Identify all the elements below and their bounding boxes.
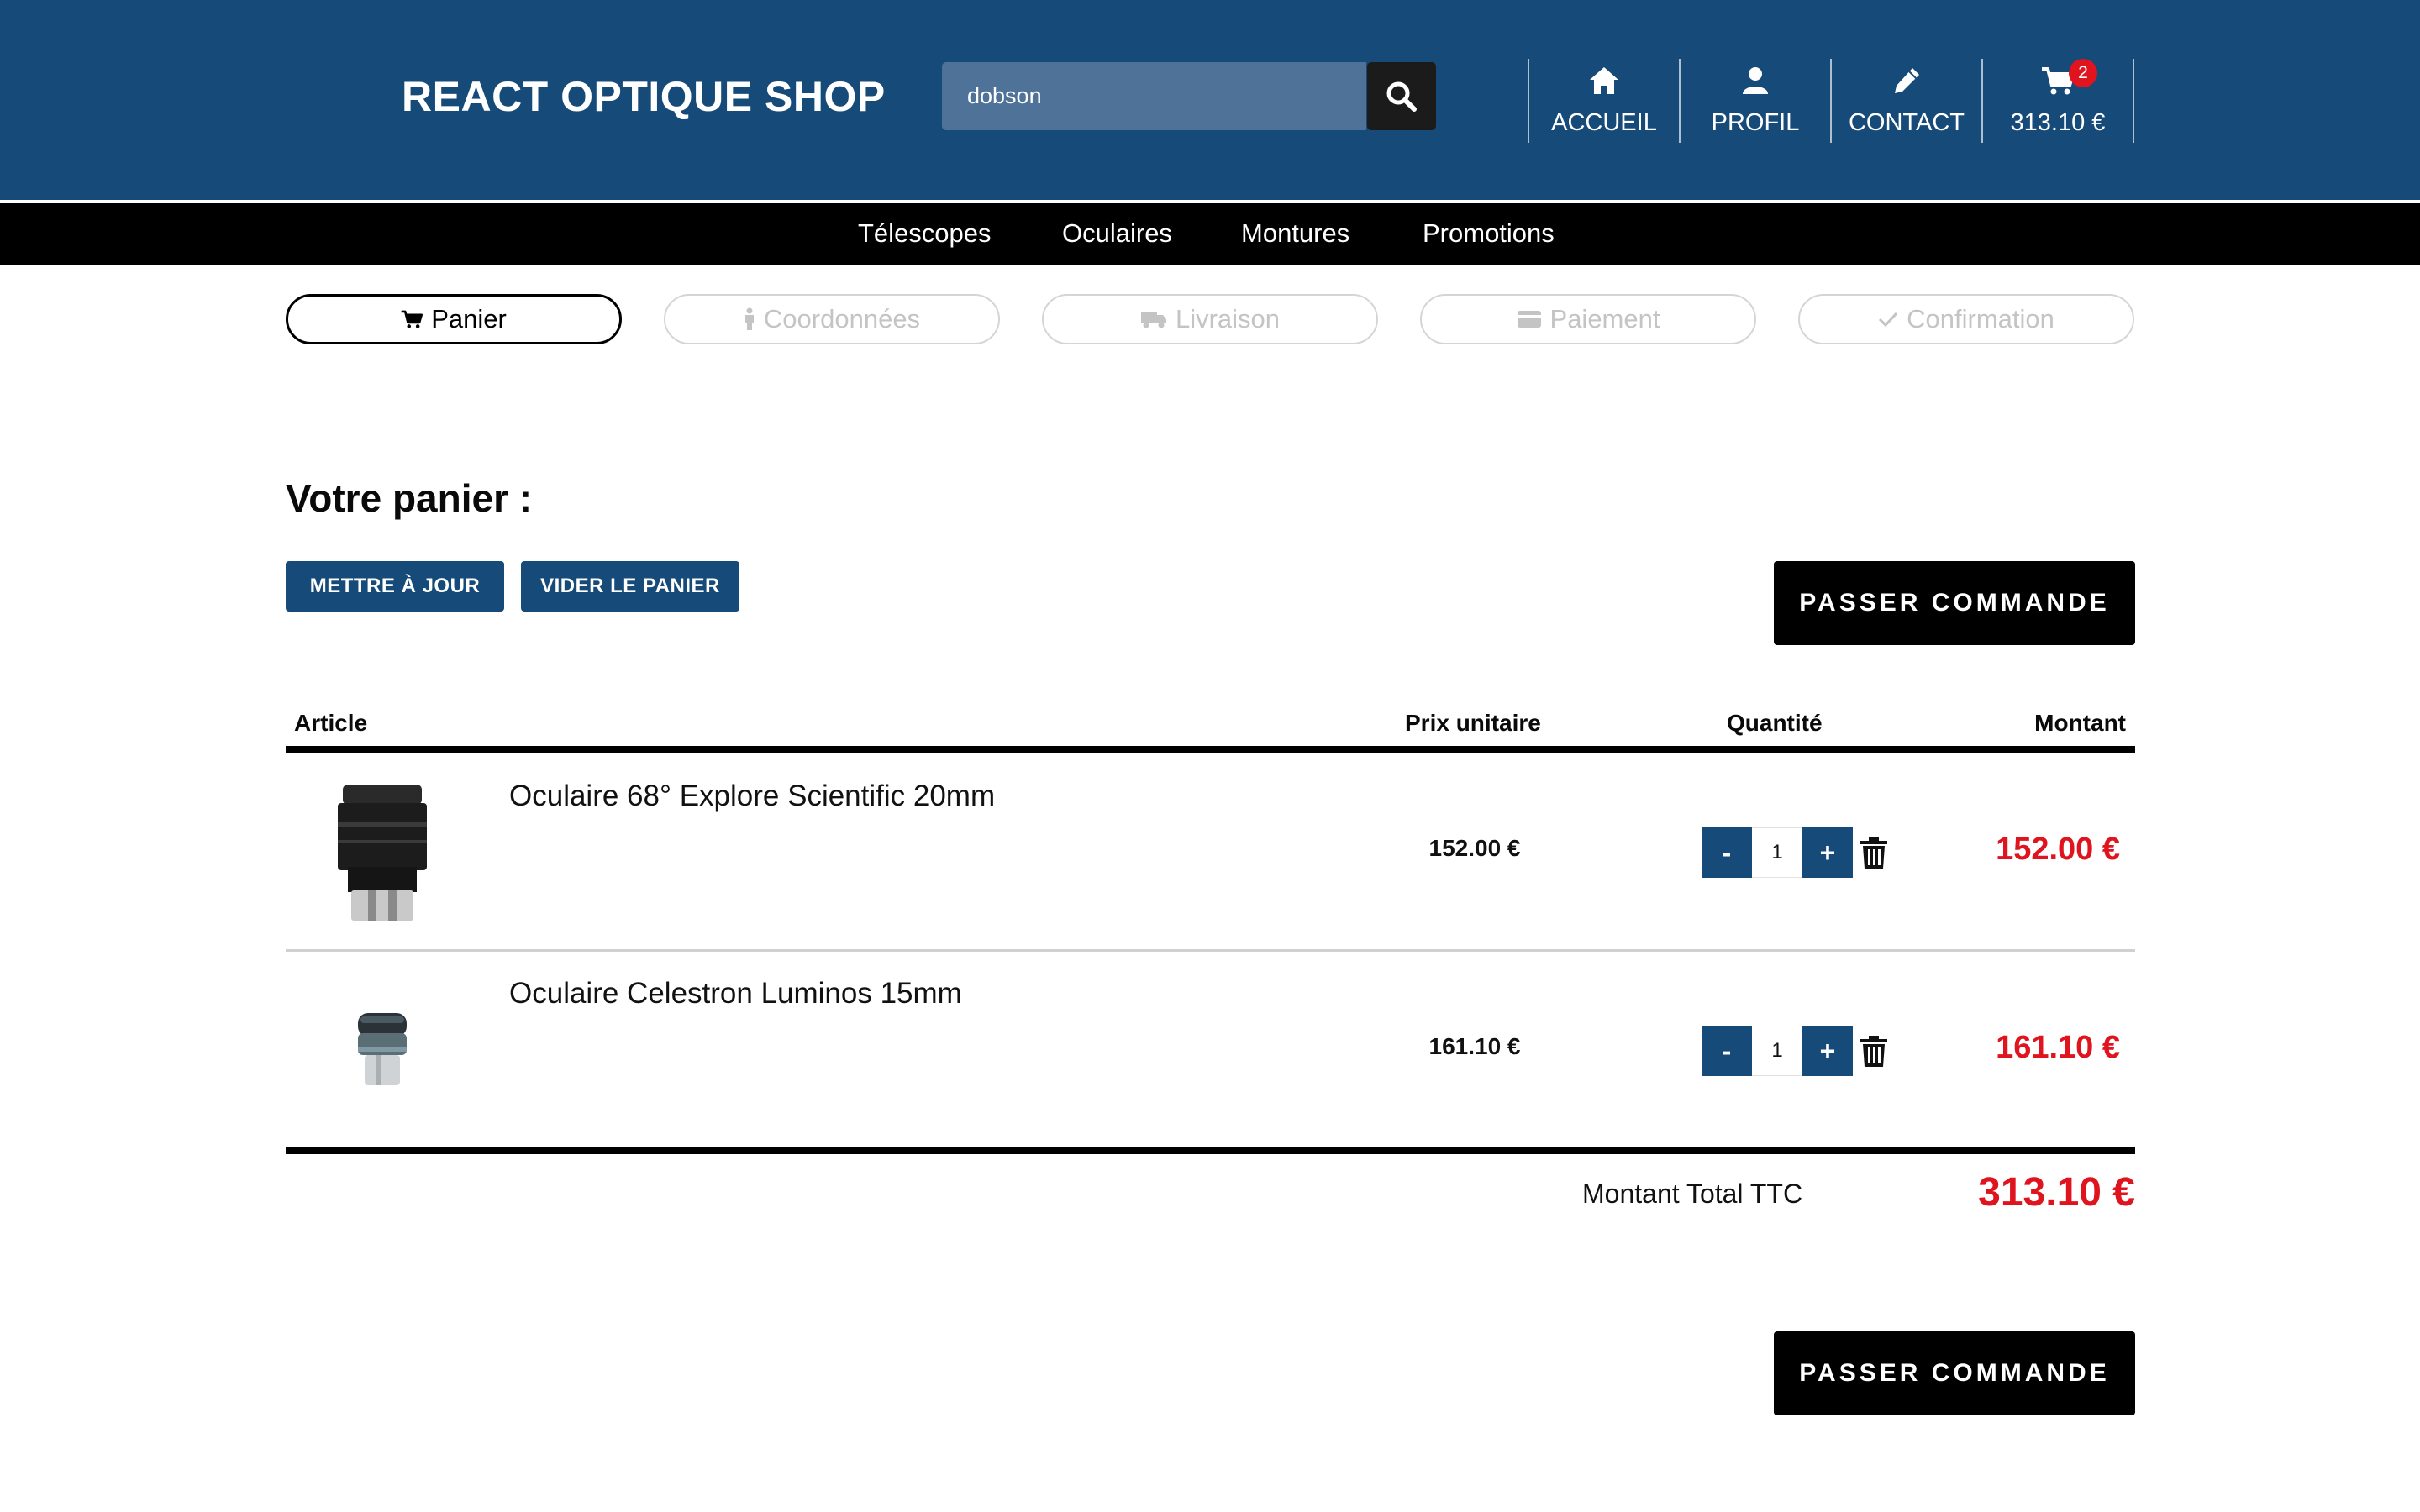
line-amount: 161.10 € [1996, 1030, 2120, 1065]
trash-icon[interactable] [1859, 1035, 1889, 1068]
person-icon [744, 307, 754, 330]
user-icon [1743, 67, 1768, 94]
step-panier-label: Panier [431, 304, 507, 333]
nav-home[interactable]: ACCUEIL [1529, 59, 1679, 143]
table-header-divider [286, 746, 2135, 753]
row-divider [286, 949, 2135, 952]
step-paiement: Paiement [1420, 294, 1756, 344]
product-name[interactable]: Oculaire 68° Explore Scientific 20mm [509, 780, 995, 813]
category-nav: Télescopes Oculaires Montures Promotions [0, 203, 2420, 265]
nav-profile-label: PROFIL [1711, 109, 1800, 136]
search-bar [942, 62, 1436, 130]
check-icon [1879, 312, 1898, 328]
pencil-icon [1895, 68, 1919, 93]
total-value: 313.10 € [1978, 1170, 2135, 1215]
product-name[interactable]: Oculaire Celestron Luminos 15mm [509, 977, 962, 1011]
search-icon [1386, 81, 1417, 112]
quantity-decrease-button[interactable]: - [1702, 1026, 1752, 1076]
home-icon [1590, 67, 1618, 94]
nav-contact[interactable]: CONTACT [1832, 59, 1981, 143]
column-header-unit-price: Prix unitaire [1405, 710, 1541, 736]
update-cart-button[interactable]: METTRE À JOUR [286, 561, 504, 612]
step-livraison: Livraison [1042, 294, 1378, 344]
product-image-explore-scientific[interactable] [329, 780, 435, 922]
quantity-increase-button[interactable]: + [1802, 827, 1853, 878]
checkout-button-top[interactable]: PASSER COMMANDE [1774, 561, 2135, 645]
trash-icon[interactable] [1859, 837, 1889, 870]
category-promotions[interactable]: Promotions [1423, 218, 1555, 249]
search-button[interactable] [1367, 62, 1436, 130]
cart-icon [401, 310, 424, 328]
nav-cart[interactable]: 2 313.10 € [1983, 59, 2133, 143]
search-input[interactable] [942, 62, 1366, 130]
step-confirmation-label: Confirmation [1907, 304, 2054, 333]
nav-divider [2133, 59, 2134, 143]
total-label: Montant Total TTC [1582, 1179, 1803, 1209]
column-header-amount: Montant [2034, 710, 2126, 736]
step-panier[interactable]: Panier [286, 294, 622, 344]
truck-icon [1140, 312, 1166, 328]
unit-price: 161.10 € [1428, 1033, 1521, 1059]
step-confirmation: Confirmation [1798, 294, 2134, 344]
quantity-increase-button[interactable]: + [1802, 1026, 1853, 1076]
category-montures[interactable]: Montures [1241, 218, 1349, 249]
nav-contact-label: CONTACT [1848, 109, 1965, 136]
nav-home-label: ACCUEIL [1551, 109, 1657, 136]
empty-cart-button[interactable]: VIDER LE PANIER [521, 561, 739, 612]
shop-logo[interactable]: REACT OPTIQUE SHOP [402, 72, 886, 121]
quantity-value[interactable]: 1 [1752, 827, 1802, 878]
step-coordonnees-label: Coordonnées [763, 304, 921, 333]
nav-profile[interactable]: PROFIL [1681, 59, 1830, 143]
table-footer-divider [286, 1147, 2135, 1154]
cart-title: Votre panier : [286, 476, 533, 520]
quantity-value[interactable]: 1 [1752, 1026, 1802, 1076]
quantity-decrease-button[interactable]: - [1702, 827, 1752, 878]
step-paiement-label: Paiement [1549, 304, 1660, 333]
site-header: REACT OPTIQUE SHOP ACCUEIL PROFIL [0, 0, 2420, 200]
column-header-article: Article [294, 710, 368, 736]
line-amount: 152.00 € [1996, 832, 2120, 867]
step-coordonnees: Coordonnées [664, 294, 1000, 344]
column-header-quantity: Quantité [1727, 710, 1823, 736]
cart-total-label: 313.10 € [2010, 109, 2106, 136]
credit-card-icon [1517, 311, 1541, 328]
unit-price: 152.00 € [1428, 835, 1521, 861]
step-livraison-label: Livraison [1175, 304, 1281, 333]
cart-count-badge: 2 [2069, 59, 2097, 87]
product-image-celestron-luminos[interactable] [353, 1008, 412, 1090]
category-telescopes[interactable]: Télescopes [858, 218, 992, 249]
checkout-button-bottom[interactable]: PASSER COMMANDE [1774, 1331, 2135, 1415]
category-oculaires[interactable]: Oculaires [1062, 218, 1172, 249]
